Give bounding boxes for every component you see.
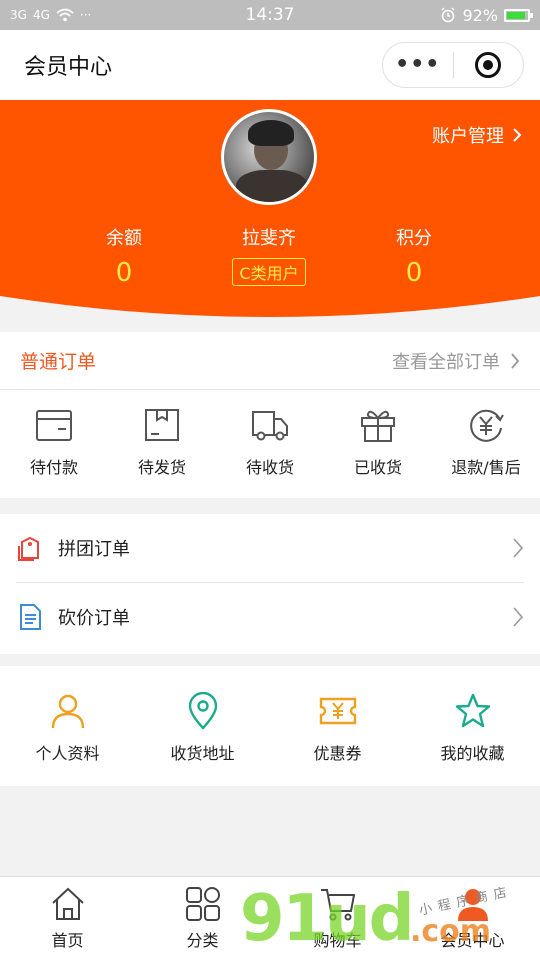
coupon-icon — [319, 697, 356, 725]
points-value: 0 — [405, 258, 423, 288]
status-right: 92% — [330, 5, 533, 25]
wallet-icon — [36, 410, 72, 441]
signal-4g-text: 4G — [32, 8, 50, 22]
mini-program-capsule: ••• — [382, 42, 524, 88]
tool-address[interactable]: 收货地址 — [135, 666, 270, 786]
order-status-pending-receipt[interactable]: 待收货 — [216, 390, 324, 498]
status-time: 14:37 — [245, 5, 295, 25]
home-icon — [51, 887, 84, 920]
balance-label: 余额 — [106, 228, 142, 249]
list-item-label: 拼团订单 — [58, 539, 130, 560]
close-target-button[interactable] — [454, 52, 524, 78]
list-item-bargain-orders[interactable]: 砍价订单 — [0, 583, 540, 651]
more-button[interactable]: ••• — [383, 54, 453, 76]
points-label: 积分 — [396, 228, 432, 249]
person-icon — [51, 694, 84, 729]
user-name: 拉斐齐 — [242, 228, 296, 249]
member-icon — [457, 889, 488, 921]
list-item-group-buy-orders[interactable]: 拼团订单 — [0, 514, 540, 582]
category-icon — [185, 887, 220, 921]
account-manage-label: 账户管理 — [432, 126, 504, 147]
order-status-row: 待付款 待发货 待收货 已收货 退款/售后 — [0, 390, 540, 498]
group-tag-icon — [18, 536, 39, 561]
tab-cart[interactable]: 购物车 — [270, 877, 405, 960]
regular-orders-header: 普通订单 查看全部订单 — [0, 332, 540, 390]
order-status-label: 待付款 — [29, 458, 78, 477]
tab-category[interactable]: 分类 — [135, 877, 270, 960]
order-status-label: 退款/售后 — [451, 458, 521, 477]
battery-fill — [507, 11, 525, 19]
gift-icon — [361, 410, 395, 442]
box-icon — [145, 409, 179, 441]
order-type-list: 拼团订单 砍价订单 — [0, 514, 540, 654]
cart-icon — [320, 889, 355, 921]
order-status-refund[interactable]: 退款/售后 — [432, 390, 540, 498]
truck-icon — [252, 411, 288, 441]
status-dots: ··· — [79, 8, 92, 22]
tool-label: 收货地址 — [170, 744, 235, 763]
balance-value: 0 — [115, 258, 133, 288]
regular-orders-title: 普通订单 — [20, 351, 97, 373]
order-status-label: 已收货 — [353, 458, 402, 477]
view-all-orders-label: 查看全部订单 — [392, 351, 500, 373]
battery-icon — [504, 8, 533, 22]
tool-favorites[interactable]: 我的收藏 — [405, 666, 540, 786]
order-status-label: 待发货 — [137, 458, 186, 477]
chevron-right-icon — [513, 538, 524, 558]
tab-member-center[interactable]: 会员中心 — [405, 877, 540, 960]
tool-label: 个人资料 — [35, 744, 100, 763]
tool-profile[interactable]: 个人资料 — [0, 666, 135, 786]
view-all-orders-link[interactable]: 查看全部订单 — [392, 348, 520, 374]
star-icon — [455, 693, 490, 728]
order-status-received[interactable]: 已收货 — [324, 390, 432, 498]
order-status-pending-payment[interactable]: 待付款 — [0, 390, 108, 498]
tool-label: 我的收藏 — [440, 744, 505, 763]
chevron-right-icon — [513, 607, 524, 627]
points-stat[interactable]: 积分 0 — [344, 224, 484, 288]
refund-yen-icon — [470, 409, 504, 442]
page-title: 会员中心 — [24, 55, 113, 80]
avatar[interactable] — [221, 109, 317, 205]
status-left: 3G 4G ··· — [10, 8, 210, 22]
chevron-right-icon — [511, 352, 520, 369]
tab-label: 首页 — [51, 931, 84, 950]
location-pin-icon — [188, 692, 217, 730]
order-status-label: 待收货 — [245, 458, 294, 477]
tab-bar: 首页 分类 购物车 会员中心 — [0, 876, 540, 960]
document-icon — [20, 604, 41, 630]
tab-label: 购物车 — [313, 931, 362, 950]
user-level-badge: C类用户 — [232, 258, 306, 286]
wifi-icon — [56, 8, 74, 22]
account-manage-link[interactable]: 账户管理 — [432, 122, 522, 148]
profile-header: 账户管理 余额 0 拉斐齐 C类用户 积分 0 — [0, 100, 540, 322]
nav-bar: 会员中心 ••• — [0, 30, 540, 100]
battery-percent: 92% — [462, 5, 498, 25]
alarm-icon — [441, 7, 455, 23]
tab-label: 会员中心 — [440, 931, 505, 950]
tool-coupon[interactable]: 优惠券 — [270, 666, 405, 786]
status-bar: 3G 4G ··· 14:37 92% — [0, 0, 540, 30]
tool-label: 优惠券 — [313, 744, 362, 763]
target-icon — [475, 52, 502, 78]
balance-stat[interactable]: 余额 0 — [54, 224, 194, 288]
tab-label: 分类 — [186, 931, 219, 950]
order-status-pending-shipment[interactable]: 待发货 — [108, 390, 216, 498]
chevron-right-icon — [513, 128, 522, 142]
list-item-label: 砍价订单 — [58, 608, 130, 629]
user-info: 拉斐齐 C类用户 — [199, 224, 339, 286]
quick-tools: 个人资料 收货地址 优惠券 我的收藏 — [0, 666, 540, 786]
tab-home[interactable]: 首页 — [0, 877, 135, 960]
signal-text: 3G — [10, 8, 27, 22]
